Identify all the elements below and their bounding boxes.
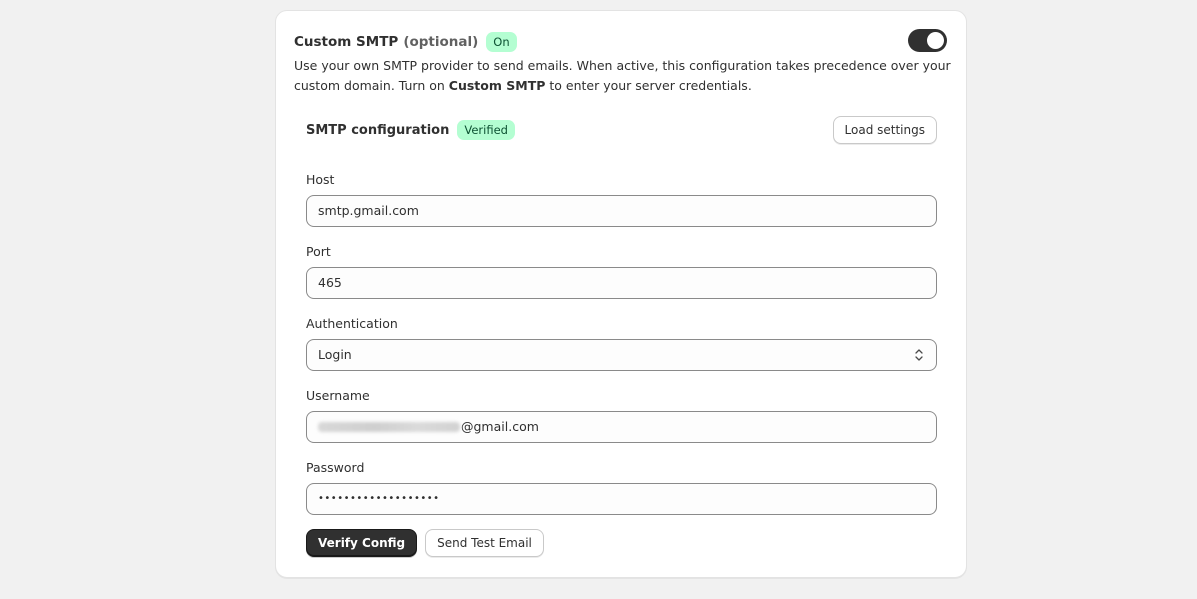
redacted-username bbox=[318, 422, 460, 432]
password-label: Password bbox=[306, 460, 365, 475]
authentication-field: Authentication Login bbox=[306, 315, 937, 371]
custom-smtp-toggle[interactable] bbox=[908, 29, 947, 52]
password-value: ••••••••••••••••••• bbox=[318, 493, 440, 504]
custom-smtp-card: Custom SMTP (optional) On Use your own SM… bbox=[275, 10, 967, 578]
smtp-configuration-title: SMTP configuration bbox=[306, 122, 450, 138]
host-input[interactable]: smtp.gmail.com bbox=[306, 195, 937, 227]
authentication-value: Login bbox=[318, 347, 352, 362]
port-field: Port 465 bbox=[306, 243, 937, 299]
authentication-select[interactable]: Login bbox=[306, 339, 937, 371]
load-settings-button[interactable]: Load settings bbox=[832, 116, 937, 144]
smtp-configuration-header: SMTP configuration Verified Load setting… bbox=[306, 116, 937, 144]
description-bold-text: Custom SMTP bbox=[448, 78, 546, 93]
password-field: Password ••••••••••••••••••• bbox=[306, 459, 937, 515]
username-label: Username bbox=[306, 388, 370, 403]
smtp-optional-label: (optional) bbox=[403, 34, 479, 50]
port-label: Port bbox=[306, 244, 331, 259]
host-field: Host smtp.gmail.com bbox=[306, 171, 937, 227]
smtp-title: Custom SMTP (optional) bbox=[294, 34, 478, 50]
host-label: Host bbox=[306, 172, 335, 187]
smtp-header: Custom SMTP (optional) On bbox=[294, 31, 517, 53]
toggle-knob bbox=[927, 32, 944, 49]
select-arrows-icon bbox=[915, 349, 923, 361]
password-input[interactable]: ••••••••••••••••••• bbox=[306, 483, 937, 515]
username-domain: @gmail.com bbox=[461, 419, 539, 434]
port-input[interactable]: 465 bbox=[306, 267, 937, 299]
verify-config-button[interactable]: Verify Config bbox=[306, 529, 418, 557]
smtp-configuration-section: SMTP configuration Verified Load setting… bbox=[306, 116, 937, 557]
username-input[interactable]: @gmail.com bbox=[306, 411, 937, 443]
smtp-description: Use your own SMTP provider to send email… bbox=[294, 56, 954, 96]
username-field: Username @gmail.com bbox=[306, 387, 937, 443]
host-value: smtp.gmail.com bbox=[318, 203, 419, 218]
smtp-title-text: Custom SMTP bbox=[294, 34, 399, 50]
authentication-label: Authentication bbox=[306, 316, 398, 331]
send-test-email-button[interactable]: Send Test Email bbox=[425, 529, 544, 557]
verified-badge: Verified bbox=[457, 120, 515, 140]
status-badge: On bbox=[486, 32, 517, 52]
action-buttons: Verify Config Send Test Email bbox=[306, 529, 544, 557]
port-value: 465 bbox=[318, 275, 342, 290]
description-text-2: to enter your server credentials. bbox=[545, 78, 752, 93]
